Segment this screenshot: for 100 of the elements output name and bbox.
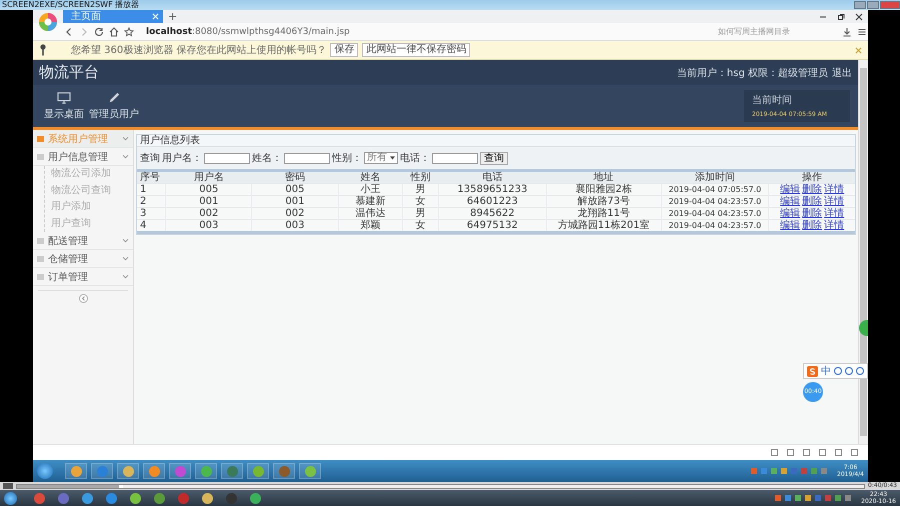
table-cell: 003	[252, 220, 338, 232]
table-cell: 男	[402, 184, 439, 196]
back-icon[interactable]	[64, 26, 74, 36]
table-cell: 2019-04-04 04:23:57.0	[661, 208, 769, 220]
search-button[interactable]: 查询	[480, 152, 508, 164]
table-cell: 4	[137, 220, 166, 232]
seek-bar[interactable]	[16, 484, 866, 488]
nav-button[interactable]: 管理员用户	[89, 90, 139, 122]
action-link[interactable]: 编辑	[780, 196, 800, 207]
sidebar-item[interactable]: 用户信息管理	[33, 148, 133, 166]
status-bar-icon[interactable]	[771, 449, 778, 456]
download-icon[interactable]	[842, 26, 852, 36]
field-label: 性别：	[332, 152, 362, 165]
table-cell: 男	[402, 208, 439, 220]
column-header: 电话	[438, 172, 546, 184]
table-cell: 64975132	[438, 220, 546, 232]
restore-icon[interactable]	[837, 13, 845, 21]
column-header: 用户名	[166, 172, 252, 184]
menu-icon[interactable]	[857, 26, 867, 36]
action-link[interactable]: 详情	[824, 196, 844, 207]
table-cell: 64601223	[438, 196, 546, 208]
status-bar-icon[interactable]	[819, 449, 826, 456]
column-header: 添加时间	[661, 172, 769, 184]
nav-label: 管理员用户	[89, 108, 139, 120]
field-label: 电话：	[400, 152, 430, 165]
caret-icon	[122, 136, 129, 141]
action-link[interactable]: 删除	[802, 184, 822, 195]
maximize-button[interactable]	[867, 1, 879, 9]
menu-item-icon	[37, 238, 44, 244]
table-cell: 女	[402, 196, 439, 208]
column-header: 密码	[252, 172, 338, 184]
table-cell: 8945622	[438, 208, 546, 220]
field-label: 姓名：	[252, 152, 282, 165]
gender-select[interactable]: 所有	[364, 152, 398, 164]
sidebar-item[interactable]: 配送管理	[33, 232, 133, 250]
menu-item-icon	[37, 154, 44, 160]
menu-item-icon	[37, 136, 44, 142]
table-cell: 小王	[338, 184, 403, 196]
player-title: SCREEN2EXE/SCREEN2SWF 播放器	[2, 0, 140, 10]
pencil-icon	[107, 92, 121, 104]
caret-icon	[122, 274, 129, 279]
action-link[interactable]: 编辑	[780, 184, 800, 195]
action-link[interactable]: 详情	[824, 208, 844, 219]
table-cell: 2	[137, 196, 166, 208]
clock-label: 当前时间	[752, 94, 793, 107]
action-link[interactable]: 详情	[824, 184, 844, 195]
caret-icon	[122, 238, 129, 243]
home-icon[interactable]	[109, 26, 119, 36]
table-cell: 解放路73号	[546, 196, 662, 208]
nav-label: 显示桌面	[44, 108, 84, 120]
action-link[interactable]: 编辑	[780, 220, 800, 231]
close-tab-icon[interactable]	[152, 13, 159, 20]
column-header: 操作	[768, 172, 855, 184]
monitor-icon	[57, 92, 71, 104]
table-cell: 温伟达	[338, 208, 403, 220]
column-header: 序号	[137, 172, 166, 184]
collapse-button[interactable]	[78, 294, 88, 302]
table-cell: 002	[166, 208, 252, 220]
action-link[interactable]: 删除	[802, 208, 822, 219]
table-cell: 003	[166, 220, 252, 232]
logout-link[interactable]: 退出	[832, 66, 852, 80]
start-button[interactable]	[37, 463, 53, 479]
table-cell: 2019-04-04 04:23:57.0	[661, 196, 769, 208]
action-link[interactable]: 删除	[802, 196, 822, 207]
sidebar-item[interactable]: 订单管理	[33, 268, 133, 286]
input-field[interactable]	[204, 152, 250, 164]
forward-icon[interactable]	[79, 26, 89, 36]
table-cell: 方城路园11栋201室	[546, 220, 662, 232]
table-cell: 女	[402, 220, 439, 232]
infobar-button[interactable]: 此网站一律不保存密码	[362, 43, 470, 57]
infobar-button[interactable]: 保存	[330, 43, 358, 57]
new-tab-button[interactable]: +	[168, 10, 178, 23]
ime-toolbar[interactable]: 中	[803, 363, 868, 379]
star-icon[interactable]	[124, 26, 134, 36]
address-field[interactable]: localhost:8080/ssmwlpthsg4406Y3/main.jsp	[146, 26, 715, 36]
app-title: 物流平台	[39, 63, 99, 82]
scrollbar[interactable]	[858, 60, 868, 444]
nav-button[interactable]: 显示桌面	[39, 90, 89, 122]
table-cell: 郑颖	[338, 220, 403, 232]
action-link[interactable]: 详情	[824, 220, 844, 231]
caret-icon	[390, 156, 396, 160]
start-button[interactable]	[4, 492, 17, 504]
table-cell: 3	[137, 208, 166, 220]
caret-icon	[122, 256, 129, 261]
status-bar-icon[interactable]	[851, 449, 858, 456]
search-field[interactable]: 如何写周主播网目录	[718, 26, 828, 38]
table-cell: 2019-04-04 07:05:57.0	[661, 184, 769, 196]
status-bar-icon[interactable]	[803, 449, 810, 456]
input-field[interactable]	[284, 152, 330, 164]
table-cell: 001	[166, 196, 252, 208]
input-field[interactable]	[432, 152, 478, 164]
status-bar-icon[interactable]	[835, 449, 842, 456]
reload-icon[interactable]	[94, 26, 104, 36]
caret-icon	[122, 154, 129, 159]
close-icon[interactable]	[855, 13, 863, 21]
action-link[interactable]: 编辑	[780, 208, 800, 219]
ime-logo-icon	[807, 366, 818, 376]
sidebar-item[interactable]: 仓储管理	[33, 250, 133, 268]
action-link[interactable]: 删除	[802, 220, 822, 231]
status-bar-icon[interactable]	[787, 449, 794, 456]
